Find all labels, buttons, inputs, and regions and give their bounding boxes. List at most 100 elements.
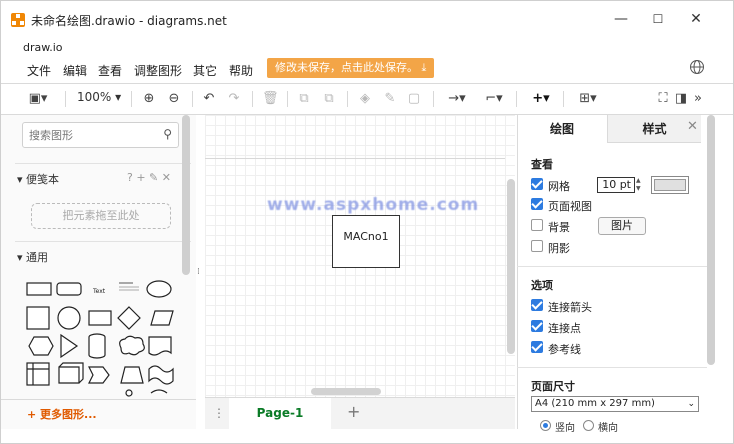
rectangle-shape[interactable] [26, 282, 52, 296]
document-shape[interactable] [148, 336, 172, 356]
format-panel-scrollbar[interactable] [707, 115, 715, 365]
shadow-checkbox[interactable] [531, 240, 543, 252]
page-view-checkbox[interactable] [531, 198, 543, 210]
background-image-button[interactable]: 图片 [598, 217, 646, 235]
triangle-shape[interactable] [60, 333, 79, 359]
cylinder-shape[interactable] [88, 333, 106, 359]
toolbar-separator [433, 91, 434, 107]
canvas-horizontal-scrollbar[interactable] [311, 388, 381, 395]
collapse-icon[interactable]: » [691, 90, 705, 108]
table-icon[interactable]: ⊞▾ [573, 90, 603, 108]
tab-page-1[interactable]: Page-1 [229, 398, 331, 430]
menu-help[interactable]: 帮助 [229, 62, 253, 79]
fullscreen-icon[interactable]: ⛶ [656, 90, 670, 108]
circle-shape[interactable] [57, 306, 81, 330]
page-tabs-bar: ⋮ Page-1 + [205, 397, 515, 430]
save-notice-button[interactable]: 修改未保存，点击此处保存。 ⤓ [267, 58, 435, 78]
textbox-shape[interactable] [119, 282, 139, 291]
arc-shape[interactable] [150, 389, 168, 394]
insert-icon[interactable]: +▾ [526, 90, 556, 108]
toolbar-separator [287, 91, 288, 107]
menu-file[interactable]: 文件 [27, 62, 51, 79]
zoom-select[interactable]: 100% ▾ [77, 90, 121, 104]
tab-diagram[interactable]: 绘图 [517, 115, 607, 143]
connection-style-icon[interactable]: →▾ [442, 90, 472, 108]
tape-shape[interactable] [148, 365, 174, 385]
connection-points-checkbox[interactable] [531, 320, 543, 332]
step-shape[interactable] [88, 366, 110, 384]
connection-arrows-checkbox[interactable] [531, 299, 543, 311]
title-bar: 未命名绘图.drawio - diagrams.net — ☐ ✕ [1, 1, 733, 37]
general-shapes-header[interactable]: ▾ 通用 [17, 249, 48, 265]
menu-edit[interactable]: 编辑 [63, 62, 87, 79]
shadow-icon[interactable]: ▢ [406, 90, 422, 108]
grid-size-input[interactable]: 10 pt [597, 177, 635, 193]
to-back-icon[interactable]: ⧉ [321, 90, 337, 108]
grid-checkbox[interactable] [531, 178, 543, 190]
background-checkbox[interactable] [531, 219, 543, 231]
actor-shape[interactable] [125, 389, 133, 397]
menu-view[interactable]: 查看 [98, 62, 122, 79]
close-icon[interactable]: ✕ [687, 119, 698, 134]
general-shapes-title: 通用 [26, 251, 49, 264]
shape-search-box[interactable]: ⚲ [22, 122, 179, 148]
redo-icon[interactable]: ↷ [226, 90, 242, 108]
page-boundary [205, 158, 505, 159]
scratchpad-tools[interactable]: ? + ✎ ✕ [127, 171, 171, 184]
scratchpad-drop-zone[interactable]: 把元素拖至此处 [31, 203, 171, 229]
rounded-rectangle-shape[interactable] [56, 282, 82, 296]
text-shape[interactable]: Text [92, 288, 106, 295]
minimize-button[interactable]: — [606, 9, 636, 29]
undo-icon[interactable]: ↶ [201, 90, 217, 108]
more-shapes-button[interactable]: + 更多图形... [27, 406, 97, 422]
menu-arrange[interactable]: 调整图形 [134, 62, 182, 79]
zoom-out-icon[interactable]: ⊖ [166, 90, 182, 108]
waypoints-icon[interactable]: ⌐▾ [479, 90, 509, 108]
grid-color-swatch[interactable] [651, 176, 689, 194]
parallelogram-shape[interactable] [150, 310, 174, 326]
menu-extras[interactable]: 其它 [193, 62, 217, 79]
shadow-label: 阴影 [548, 242, 570, 255]
chevron-down-icon: ⌄ [687, 399, 695, 409]
panel-divider [517, 367, 707, 368]
grid-size-stepper[interactable]: ▲ ▼ [636, 177, 644, 193]
canvas-vertical-scrollbar[interactable] [507, 179, 515, 354]
square-shape[interactable] [26, 306, 50, 330]
toolbar-separator [131, 91, 132, 107]
hexagon-shape[interactable] [28, 336, 54, 356]
landscape-radio[interactable] [583, 420, 594, 431]
portrait-radio[interactable] [540, 420, 551, 431]
container-shape[interactable] [26, 362, 50, 386]
grid-label: 网格 [548, 180, 570, 193]
to-front-icon[interactable]: ⧉ [296, 90, 312, 108]
ellipse-shape[interactable] [146, 280, 172, 298]
diagram-rectangle-node[interactable]: MACno1 [332, 215, 400, 268]
trapezoid-shape[interactable] [120, 366, 144, 384]
sidebar-scrollbar[interactable] [182, 115, 190, 275]
sidebar-resize-handle[interactable]: ⁞ [197, 267, 200, 277]
globe-icon[interactable] [689, 59, 705, 75]
process-shape[interactable] [88, 310, 112, 326]
section-divider [15, 163, 191, 164]
add-page-icon[interactable]: + [347, 402, 360, 421]
close-window-button[interactable]: ✕ [681, 9, 711, 29]
search-icon[interactable]: ⚲ [163, 127, 172, 141]
shape-search-input[interactable] [27, 126, 147, 144]
scratchpad-header[interactable]: ▾ 便笺本 [17, 171, 59, 187]
guides-checkbox[interactable] [531, 341, 543, 353]
diamond-shape[interactable] [117, 306, 141, 330]
pages-menu-icon[interactable]: ⋮ [213, 406, 225, 420]
cube-shape[interactable] [58, 362, 84, 384]
delete-icon[interactable]: 🗑 [262, 90, 279, 108]
paper-size-select[interactable]: A4 (210 mm x 297 mm) ⌄ [531, 396, 699, 412]
maximize-button[interactable]: ☐ [643, 9, 673, 29]
paper-size-value: A4 (210 mm x 297 mm) [535, 398, 655, 409]
zoom-in-icon[interactable]: ⊕ [141, 90, 157, 108]
format-panel-toggle-icon[interactable]: ◨ [674, 90, 688, 108]
cloud-shape[interactable] [119, 335, 145, 356]
line-color-icon[interactable]: ✎ [382, 90, 398, 108]
panel-layout-icon[interactable]: ▣▾ [25, 90, 51, 108]
guides-label: 参考线 [548, 343, 581, 356]
connection-points-label: 连接点 [548, 322, 581, 335]
fill-color-icon[interactable]: ◈ [357, 90, 373, 108]
